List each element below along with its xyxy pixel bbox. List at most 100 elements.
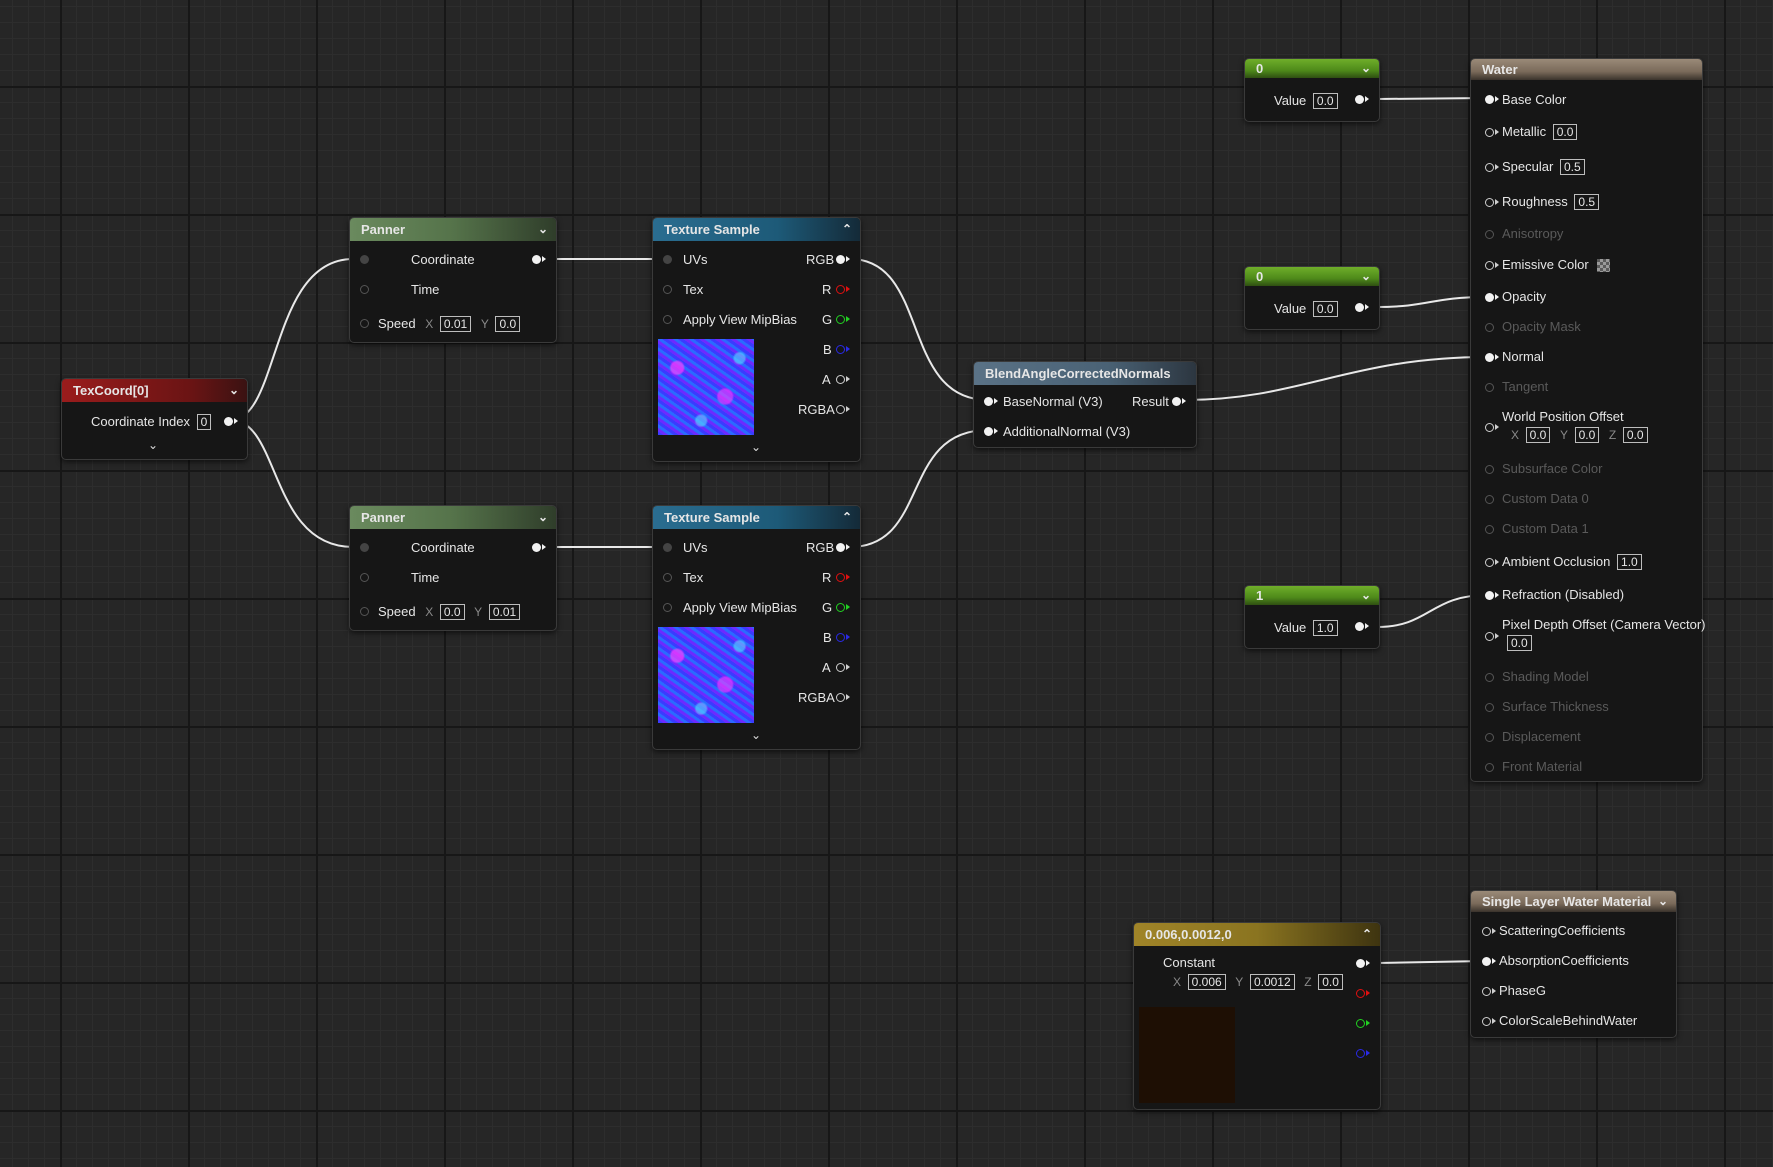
expand-chevron-icon[interactable]: ⌄ <box>148 438 158 452</box>
constant-header[interactable]: 0 ⌄ <box>1245 267 1379 286</box>
a-output-pin[interactable] <box>836 375 845 384</box>
wpo-x-field[interactable]: 0.0 <box>1525 427 1551 443</box>
vector-b-output-pin[interactable] <box>1356 1049 1365 1058</box>
base-color-pin[interactable] <box>1485 95 1494 104</box>
expand-chevron-icon[interactable]: ⌄ <box>751 728 761 742</box>
base-normal-input-pin[interactable] <box>984 397 993 406</box>
water-header[interactable]: Water <box>1471 59 1702 80</box>
a-output-pin[interactable] <box>836 663 845 672</box>
r-output-pin[interactable] <box>836 573 845 582</box>
rgba-output-pin[interactable] <box>836 405 845 414</box>
chevron-down-icon[interactable]: ⌄ <box>538 506 548 529</box>
pixel-depth-offset-pin[interactable] <box>1485 632 1494 641</box>
displacement-pin[interactable] <box>1485 733 1494 742</box>
texture-sample-node-2[interactable]: Texture Sample ⌃ UVs RGB Tex R Apply Vie… <box>652 505 861 750</box>
constant-node-mid[interactable]: 0 ⌄ Value 0.0 <box>1244 266 1380 330</box>
specular-field[interactable]: 0.5 <box>1559 159 1585 175</box>
speed-x-field[interactable]: 0.0 <box>439 604 465 620</box>
ambient-occlusion-pin[interactable] <box>1485 558 1494 567</box>
custom-data-0-pin[interactable] <box>1485 495 1494 504</box>
vector-g-output-pin[interactable] <box>1356 1019 1365 1028</box>
speed-input-pin[interactable] <box>360 607 369 616</box>
roughness-pin[interactable] <box>1485 198 1494 207</box>
front-material-pin[interactable] <box>1485 763 1494 772</box>
g-output-pin[interactable] <box>836 603 845 612</box>
constant-output-pin[interactable] <box>1355 622 1364 631</box>
emissive-color-pin[interactable] <box>1485 261 1494 270</box>
texture-sample-header[interactable]: Texture Sample ⌃ <box>653 218 860 241</box>
phaseg-pin[interactable] <box>1482 987 1491 996</box>
chevron-down-icon[interactable]: ⌄ <box>1658 891 1668 912</box>
texcoord-output-pin[interactable] <box>224 417 233 426</box>
scattering-pin[interactable] <box>1482 927 1491 936</box>
mipbias-input-pin[interactable] <box>663 603 672 612</box>
b-output-pin[interactable] <box>836 345 845 354</box>
time-input-pin[interactable] <box>360 573 369 582</box>
b-output-pin[interactable] <box>836 633 845 642</box>
texcoord-header[interactable]: TexCoord[0] ⌄ <box>62 379 247 402</box>
time-input-pin[interactable] <box>360 285 369 294</box>
panner-output-pin[interactable] <box>532 543 541 552</box>
tex-input-pin[interactable] <box>663 285 672 294</box>
metallic-pin[interactable] <box>1485 128 1494 137</box>
ambient-occlusion-field[interactable]: 1.0 <box>1617 554 1642 570</box>
wpo-z-field[interactable]: 0.0 <box>1622 427 1648 443</box>
colorscale-pin[interactable] <box>1482 1017 1491 1026</box>
vector-constant-node[interactable]: 0.006,0.0012,0 ⌃ Constant X 0.006 Y 0.00… <box>1133 922 1381 1110</box>
rgb-output-pin[interactable] <box>836 543 845 552</box>
vector-constant-header[interactable]: 0.006,0.0012,0 ⌃ <box>1134 923 1380 946</box>
vector-r-output-pin[interactable] <box>1356 989 1365 998</box>
constant-output-pin[interactable] <box>1355 95 1364 104</box>
mipbias-input-pin[interactable] <box>663 315 672 324</box>
coordinate-input-pin[interactable] <box>360 255 369 264</box>
subsurface-color-pin[interactable] <box>1485 465 1494 474</box>
blend-normals-node[interactable]: BlendAngleCorrectedNormals BaseNormal (V… <box>973 361 1197 448</box>
color-swatch-icon[interactable] <box>1597 259 1611 273</box>
opacity-mask-pin[interactable] <box>1485 323 1494 332</box>
vector-output-pin[interactable] <box>1356 959 1365 968</box>
normal-pin[interactable] <box>1485 353 1494 362</box>
surface-thickness-pin[interactable] <box>1485 703 1494 712</box>
absorption-pin[interactable] <box>1482 957 1491 966</box>
vector-x-field[interactable]: 0.006 <box>1187 974 1226 990</box>
chevron-down-icon[interactable]: ⌄ <box>1361 59 1371 78</box>
chevron-up-icon[interactable]: ⌃ <box>842 506 852 529</box>
additional-normal-input-pin[interactable] <box>984 427 993 436</box>
speed-y-field[interactable]: 0.0 <box>495 316 521 332</box>
world-position-offset-pin[interactable] <box>1485 423 1494 432</box>
uvs-input-pin[interactable] <box>663 543 672 552</box>
panner-header[interactable]: Panner ⌄ <box>350 218 556 241</box>
tex-input-pin[interactable] <box>663 573 672 582</box>
chevron-down-icon[interactable]: ⌄ <box>1361 267 1371 286</box>
refraction-pin[interactable] <box>1485 591 1494 600</box>
speed-x-field[interactable]: 0.01 <box>439 316 472 332</box>
pixel-depth-offset-field[interactable]: 0.0 <box>1507 635 1532 651</box>
value-field[interactable]: 0.0 <box>1312 93 1338 109</box>
single-layer-water-node[interactable]: Single Layer Water Material ⌄ Scattering… <box>1470 890 1677 1038</box>
panner-node-2[interactable]: Panner ⌄ Coordinate Time Speed X 0.0 Y 0… <box>349 505 557 631</box>
rgb-output-pin[interactable] <box>836 255 845 264</box>
r-output-pin[interactable] <box>836 285 845 294</box>
texture-sample-header[interactable]: Texture Sample ⌃ <box>653 506 860 529</box>
g-output-pin[interactable] <box>836 315 845 324</box>
speed-input-pin[interactable] <box>360 319 369 328</box>
uvs-input-pin[interactable] <box>663 255 672 264</box>
value-field[interactable]: 1.0 <box>1312 620 1338 636</box>
texture-sample-node-1[interactable]: Texture Sample ⌃ UVs RGB Tex R Apply Vie… <box>652 217 861 462</box>
panner-node-1[interactable]: Panner ⌄ Coordinate Time Speed X 0.01 Y … <box>349 217 557 343</box>
constant-output-pin[interactable] <box>1355 303 1364 312</box>
tangent-pin[interactable] <box>1485 383 1494 392</box>
panner-header[interactable]: Panner ⌄ <box>350 506 556 529</box>
constant-header[interactable]: 0 ⌄ <box>1245 59 1379 78</box>
expand-chevron-icon[interactable]: ⌄ <box>751 440 761 454</box>
chevron-up-icon[interactable]: ⌃ <box>842 218 852 241</box>
wpo-y-field[interactable]: 0.0 <box>1574 427 1600 443</box>
texcoord-node[interactable]: TexCoord[0] ⌄ Coordinate Index 0 ⌄ <box>61 378 248 460</box>
chevron-down-icon[interactable]: ⌄ <box>1361 586 1371 605</box>
anisotropy-pin[interactable] <box>1485 230 1494 239</box>
custom-data-1-pin[interactable] <box>1485 525 1494 534</box>
result-output-pin[interactable] <box>1172 397 1181 406</box>
vector-z-field[interactable]: 0.0 <box>1318 974 1343 990</box>
specular-pin[interactable] <box>1485 163 1494 172</box>
roughness-field[interactable]: 0.5 <box>1574 194 1600 210</box>
